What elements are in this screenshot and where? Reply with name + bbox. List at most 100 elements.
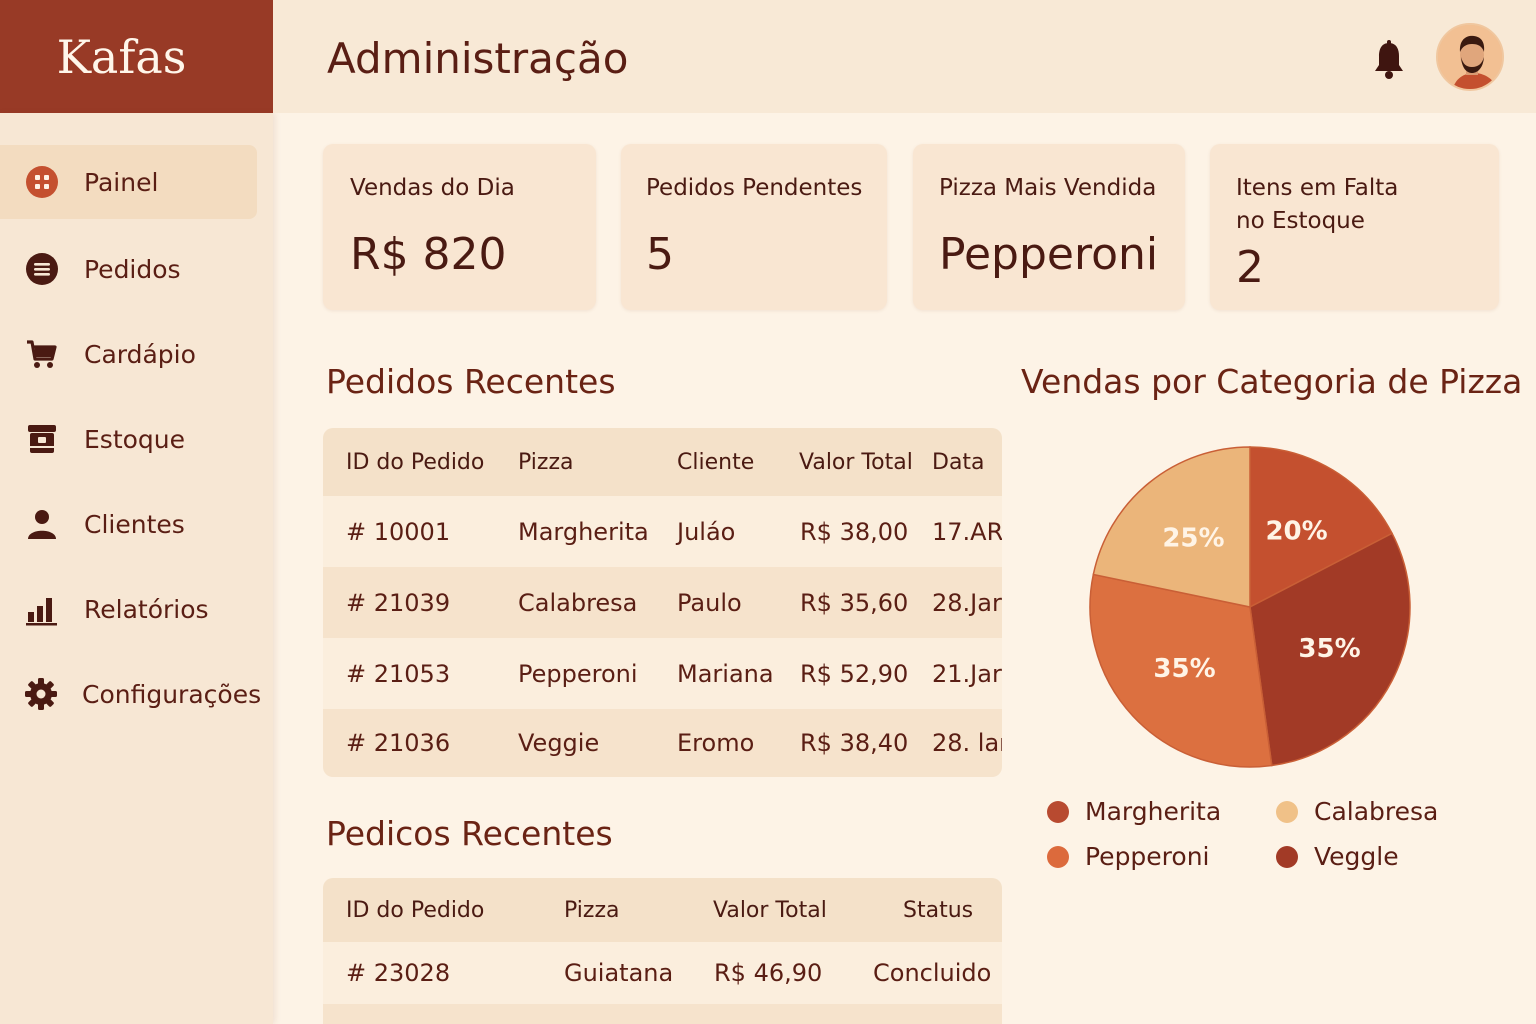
column-header: ID do Pedido [346, 897, 485, 923]
card-value: R$ 820 [350, 229, 507, 280]
order-id: # 21039 [346, 588, 451, 617]
table-row[interactable]: # 21036 Veggie Eromo R$ 38,40 28. lar [323, 709, 1002, 777]
legend-swatch [1047, 845, 1069, 868]
stat-card-estoque: Itens em Falta no Estoque 2 [1210, 144, 1499, 310]
card-value: 5 [646, 229, 674, 280]
pizza-name: Margherita [518, 517, 649, 546]
customer-name: Mariana [677, 659, 774, 688]
legend-swatch [1047, 800, 1069, 823]
section-title-recent-orders: Pedidos Recentes [326, 362, 616, 401]
customer-name: Paulo [677, 588, 742, 617]
order-total: R$ 38,40 [800, 729, 909, 757]
sidebar-item-cardapio[interactable]: Cardápio [0, 317, 257, 391]
legend-item-calabresa: Calabresa [1276, 797, 1438, 826]
stat-card-pendentes: Pedidos Pendentes 5 [621, 144, 887, 310]
sidebar-item-label: Painel [84, 167, 159, 197]
sidebar-item-clientes[interactable]: Clientes [0, 487, 257, 561]
sidebar-item-relatorios[interactable]: Relatórios [0, 572, 257, 646]
stat-card-vendas: Vendas do Dia R$ 820 [323, 144, 596, 310]
table-row[interactable]: # 21053 Pepperoni Mariana R$ 52,90 21.Ja… [323, 638, 1002, 709]
legend-label: Calabresa [1314, 797, 1439, 826]
table-row[interactable] [323, 1004, 1002, 1024]
sidebar-item-pedidos[interactable]: Pedidos [0, 232, 257, 306]
sidebar-item-estoque[interactable]: Estoque [0, 402, 257, 476]
stat-card-mais-vendida: Pizza Mais Vendida Pepperoni [913, 144, 1185, 310]
column-header: Cliente [677, 449, 755, 475]
bar-chart-icon [24, 591, 60, 627]
sidebar-item-configuracoes[interactable]: Configurações [0, 657, 261, 731]
page-title: Administração [327, 34, 629, 83]
column-header: Status [903, 897, 974, 923]
pizza-name: Calabresa [518, 588, 638, 617]
order-id: # 23028 [346, 959, 451, 987]
order-total: R$ 35,60 [800, 588, 909, 617]
dashboard-icon [24, 164, 60, 200]
orders-icon [24, 251, 60, 287]
legend-item-margherita: Margherita [1047, 797, 1221, 826]
legend-label: Pepperoni [1085, 842, 1210, 871]
customer-name: Juláo [677, 517, 736, 546]
order-date: 28. lar [932, 729, 1002, 757]
pie-chart: 20% 35% 35% 25% [1089, 446, 1411, 768]
card-value: 2 [1236, 242, 1264, 293]
pie-slice-label: 25% [1162, 523, 1224, 553]
section-title-recent-orders-2: Pedicos Recentes [326, 814, 613, 853]
legend-label: Veggle [1314, 842, 1399, 871]
pizza-name: Pepperoni [518, 659, 638, 688]
table-row[interactable]: # 21039 Calabresa Paulo R$ 35,60 28.Jar [323, 567, 1002, 638]
sidebar-item-label: Configurações [82, 679, 262, 709]
legend-label: Margherita [1085, 797, 1222, 826]
order-id: # 10001 [346, 517, 451, 546]
sidebar-item-label: Clientes [84, 509, 185, 539]
sidebar-item-label: Estoque [84, 424, 186, 454]
sidebar-item-label: Cardápio [84, 339, 196, 369]
pizza-name: Guiatana [564, 959, 674, 987]
sidebar-item-painel[interactable]: Painel [0, 145, 257, 219]
brand-name: Kafas [56, 29, 187, 84]
top-header: Administração [273, 0, 1536, 113]
order-date: 28.Jar [932, 588, 1002, 617]
recent-orders-table: ID do Pedido Pizza Cliente Valor Total D… [323, 428, 1002, 777]
avatar[interactable] [1436, 23, 1504, 91]
order-total: R$ 46,90 [714, 959, 823, 987]
gear-icon [24, 676, 58, 712]
order-status: Concluido [873, 959, 992, 987]
order-date: 17.AR [932, 517, 1002, 546]
legend-swatch [1276, 800, 1298, 823]
order-total: R$ 52,90 [800, 659, 909, 688]
legend-swatch [1276, 845, 1298, 868]
order-total: R$ 38,00 [800, 517, 909, 546]
table-row[interactable]: # 23028 Guiatana R$ 46,90 Concluido [323, 942, 1002, 1004]
column-header: Pizza [518, 449, 574, 475]
pie-slice-label: 20% [1265, 516, 1327, 546]
column-header: ID do Pedido [346, 449, 485, 475]
sidebar: Painel Pedidos Cardápio Estoque Clientes… [0, 113, 273, 1024]
user-icon [24, 506, 60, 542]
order-date: 21.Jar [932, 659, 1002, 688]
table-row[interactable]: # 10001 Margherita Juláo R$ 38,00 17.AR [323, 496, 1002, 567]
card-label: Itens em Falta no Estoque [1236, 175, 1399, 234]
sidebar-item-label: Pedidos [84, 254, 181, 284]
customer-name: Eromo [677, 729, 755, 757]
sidebar-item-label: Relatórios [84, 594, 209, 624]
card-label: Pedidos Pendentes [646, 175, 863, 201]
legend-item-veggle: Veggle [1276, 842, 1399, 871]
column-header: Valor Total [799, 449, 913, 475]
column-header: Pizza [564, 897, 620, 923]
card-label: Pizza Mais Vendida [939, 175, 1157, 201]
column-header: Data [932, 449, 985, 475]
card-label: Vendas do Dia [350, 175, 515, 201]
cart-icon [24, 336, 60, 372]
table-header: ID do Pedido Pizza Valor Total Status [323, 878, 1002, 942]
chart-title: Vendas por Categoria de Pizza [1021, 362, 1523, 401]
recent-orders-status-table: ID do Pedido Pizza Valor Total Status # … [323, 878, 1002, 1024]
table-header: ID do Pedido Pizza Cliente Valor Total D… [323, 428, 1002, 496]
pie-slice-label: 35% [1298, 634, 1360, 664]
column-header: Valor Total [713, 897, 827, 923]
order-id: # 21053 [346, 659, 451, 688]
order-id: # 21036 [346, 729, 451, 757]
card-value: Pepperoni [939, 229, 1159, 280]
bell-icon[interactable] [1371, 40, 1407, 80]
pie-slice-label: 35% [1153, 654, 1215, 684]
legend-item-pepperoni: Pepperoni [1047, 842, 1210, 871]
